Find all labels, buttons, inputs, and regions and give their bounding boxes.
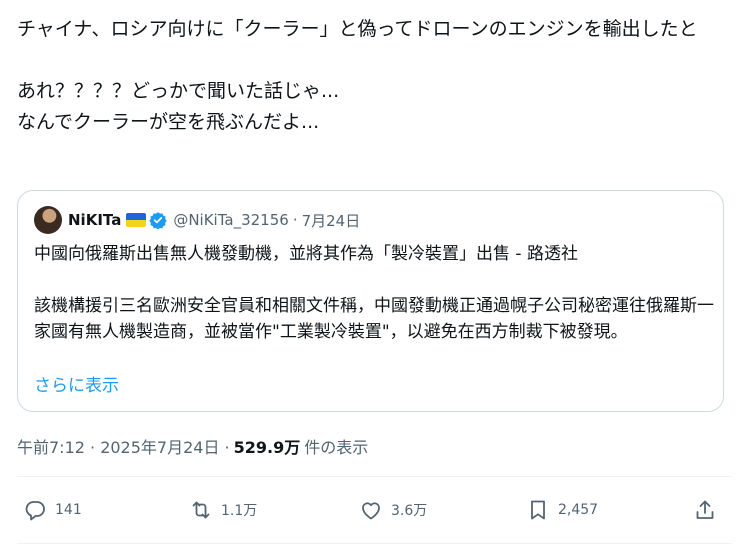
like-button[interactable]: 3.6万: [359, 492, 427, 528]
reply-icon: [25, 501, 45, 521]
quoted-tweet-header: NiKITa @NiKiTa_32156 · 7月24日: [34, 206, 361, 234]
quoted-tweet-body: 中國向俄羅斯出售無人機發動機，並將其作為「製冷裝置」出售 - 路透社 該機構援引…: [34, 244, 714, 342]
divider: [17, 543, 732, 544]
like-count: 3.6万: [391, 503, 428, 519]
tweet-text: チャイナ、ロシア向けに「クーラー」と偽ってドローンのエンジンを輸出したと あれ？…: [17, 18, 698, 133]
bookmark-button[interactable]: 2,457: [526, 492, 598, 528]
repost-button[interactable]: 1.1万: [189, 492, 257, 528]
bookmark-count: 2,457: [558, 502, 599, 518]
share-button[interactable]: [693, 492, 725, 528]
avatar[interactable]: [34, 206, 62, 234]
quoted-author-handle[interactable]: @NiKiTa_32156: [173, 211, 288, 229]
reply-count: 141: [55, 502, 82, 518]
quoted-author-name[interactable]: NiKITa: [68, 211, 121, 229]
ukraine-flag-icon: [126, 213, 147, 227]
reply-button[interactable]: 141: [23, 492, 82, 528]
header-separator: ·: [292, 211, 298, 229]
verified-badge-icon: [149, 212, 168, 229]
show-more-link[interactable]: さらに表示: [34, 371, 119, 396]
action-bar: 141 1.1万 3.6万 2,457: [17, 492, 732, 528]
bookmark-icon: [531, 500, 545, 520]
views-count: 529.9万: [233, 438, 301, 457]
quoted-tweet-date[interactable]: 7月24日: [302, 210, 361, 231]
share-icon: [696, 500, 714, 519]
repost-count: 1.1万: [221, 503, 258, 519]
divider: [17, 476, 732, 477]
repost-icon: [192, 501, 210, 519]
views-label: 件の表示: [304, 438, 369, 457]
tweet-meta: 午前7:12 · 2025年7月24日 · 529.9万 件の表示: [17, 434, 368, 458]
tweet-timestamp[interactable]: 午前7:12 · 2025年7月24日 ·: [17, 434, 230, 458]
like-icon: [362, 502, 380, 520]
quoted-tweet-card[interactable]: NiKITa @NiKiTa_32156 · 7月24日 中國向俄羅斯出售無人機…: [17, 190, 724, 412]
